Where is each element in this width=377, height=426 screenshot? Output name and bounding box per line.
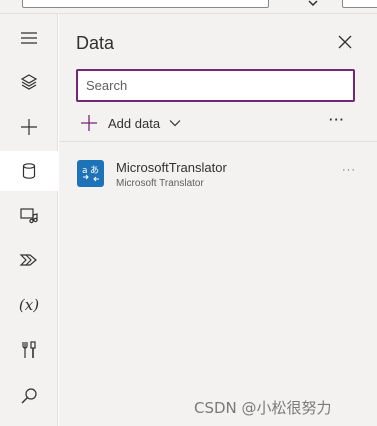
power-automate-icon [19, 254, 37, 266]
panel-title: Data [76, 33, 115, 53]
search-input[interactable] [76, 69, 355, 102]
rail-item-power-automate[interactable] [0, 240, 58, 280]
app-root: (x) Data Add data ··· a あ [0, 0, 377, 426]
top-toolbar [0, 0, 377, 14]
connection-subtitle: Microsoft Translator [116, 178, 204, 189]
chevron-down-icon[interactable] [308, 0, 318, 6]
database-icon [22, 163, 36, 179]
svg-text:あ: あ [90, 165, 99, 176]
rail-item-media[interactable] [0, 195, 58, 235]
translator-icon: a あ [77, 160, 104, 187]
rail-item-variables[interactable]: (x) [0, 285, 58, 325]
close-button[interactable] [334, 31, 356, 53]
divider [59, 141, 377, 142]
search-icon [21, 388, 37, 404]
data-panel: Data Add data ··· a あ MicrosoftTranslato… [59, 14, 377, 426]
rail-item-data[interactable] [0, 151, 58, 191]
rail-item-advanced-tools[interactable] [0, 330, 58, 370]
chevron-down-icon [169, 120, 181, 127]
connection-more-button[interactable]: ··· [341, 165, 357, 178]
plus-icon [21, 119, 37, 135]
rail-item-search[interactable] [0, 376, 58, 416]
rail-item-tree-view[interactable] [0, 62, 58, 102]
connection-name: MicrosoftTranslator [116, 160, 227, 175]
watermark: CSDN @小松很努力 [194, 399, 332, 417]
hamburger-menu-icon [21, 32, 37, 44]
rail-item-menu[interactable] [0, 18, 58, 58]
add-data-button[interactable]: Add data [80, 113, 182, 133]
layers-icon [20, 74, 38, 90]
property-dropdown[interactable] [342, 0, 377, 8]
more-options-button[interactable]: ··· [328, 113, 346, 130]
svg-text:a: a [82, 166, 88, 176]
add-data-label: Add data [108, 115, 161, 131]
list-item[interactable]: a あ MicrosoftTranslator Microsoft Transl… [59, 152, 377, 196]
formula-bar-input[interactable] [22, 0, 269, 8]
close-icon [338, 35, 352, 49]
left-rail: (x) [0, 14, 58, 426]
tools-icon [22, 341, 36, 358]
rail-item-insert[interactable] [0, 107, 58, 147]
plus-icon [81, 115, 97, 131]
variables-icon: (x) [18, 296, 40, 314]
media-icon [20, 208, 38, 224]
